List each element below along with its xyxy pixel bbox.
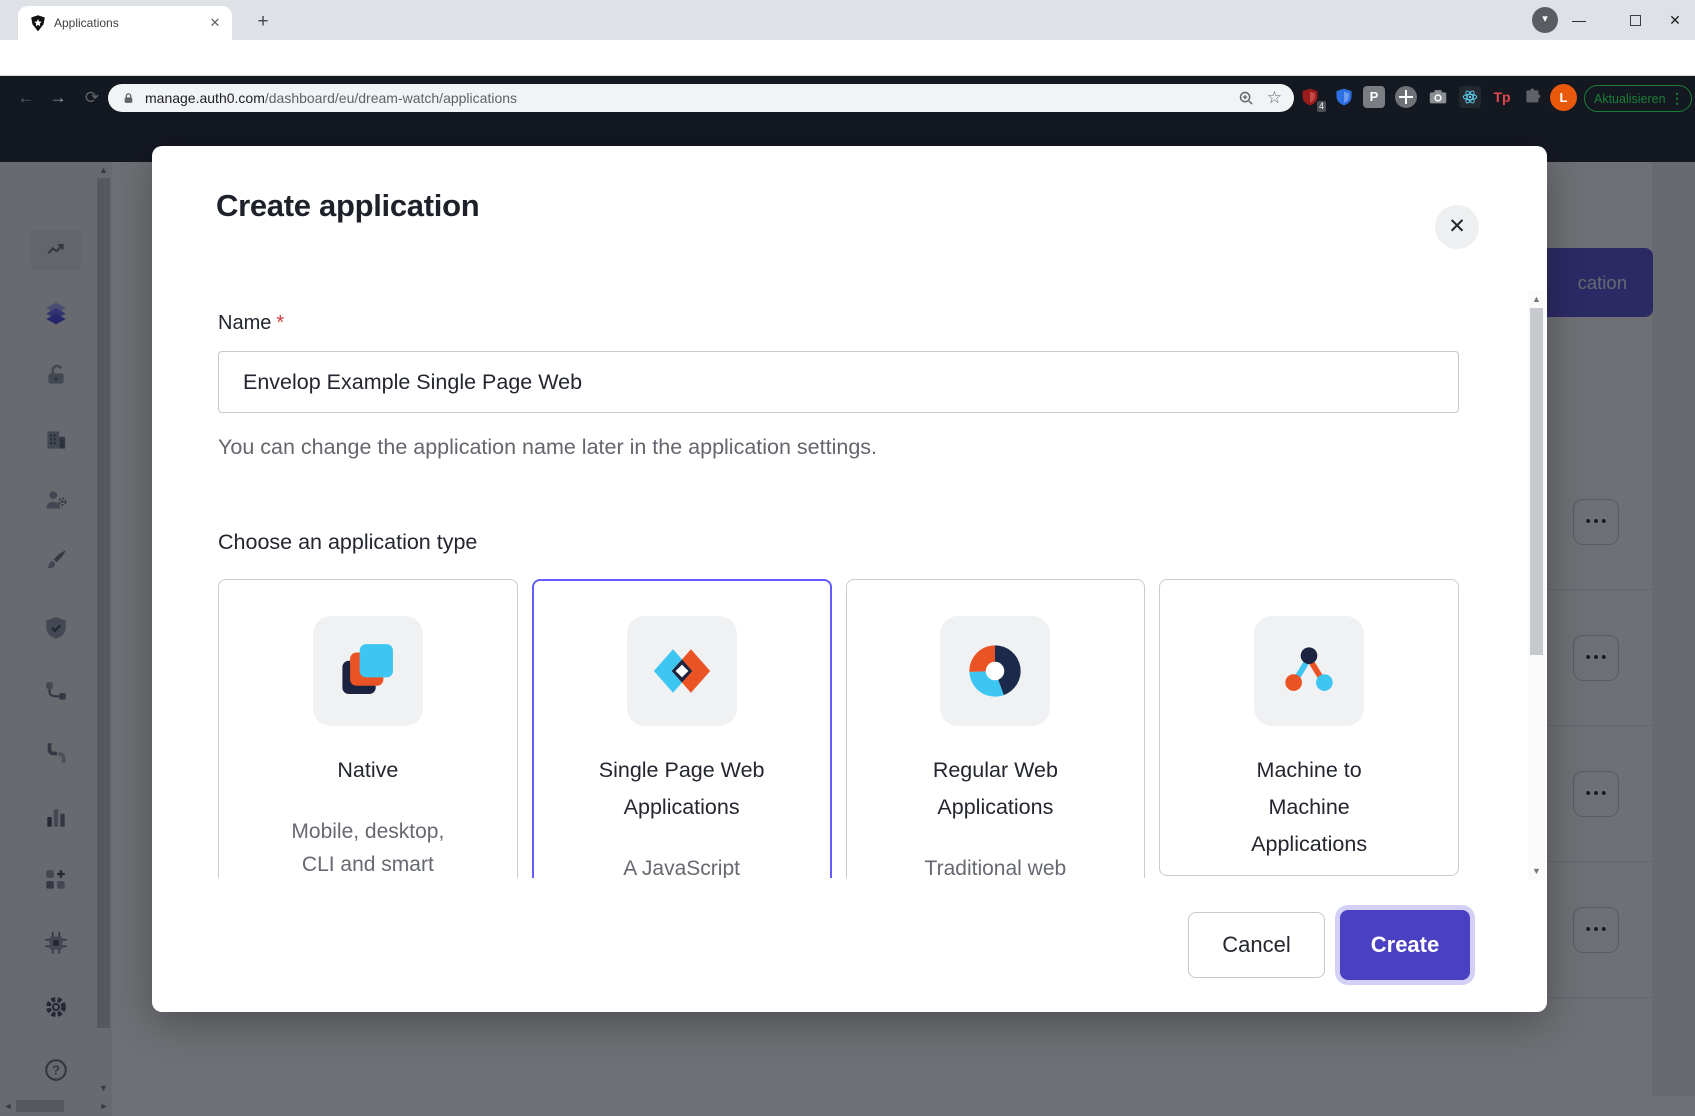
card-title: Machine to Machine Applications <box>1223 752 1395 863</box>
camera-extension-icon[interactable] <box>1426 85 1450 109</box>
browser-tab[interactable]: Applications ✕ <box>18 6 232 40</box>
modal-scrollbar[interactable]: ▲ ▼ <box>1528 290 1545 880</box>
application-type-cards: Native Mobile, desktop, CLI and smart Si… <box>218 579 1459 878</box>
create-button[interactable]: Create <box>1340 910 1470 980</box>
window-minimize-button[interactable]: — <box>1562 0 1596 40</box>
card-regular-web[interactable]: Regular Web Applications Traditional web <box>846 579 1146 878</box>
window-close-button[interactable]: ✕ <box>1658 0 1692 40</box>
native-stack-icon <box>336 639 400 703</box>
move-tool-extension-icon[interactable] <box>1394 85 1418 109</box>
browser-titlebar: Applications ✕ + ▾ — ✕ <box>0 0 1695 40</box>
ublock-badge: 4 <box>1317 101 1326 112</box>
card-description: Traditional web <box>907 852 1083 878</box>
auth0-favicon <box>30 15 46 32</box>
scroll-up-icon: ▲ <box>1528 294 1545 304</box>
screen: dream-watch ▾ Discuss your needs Docs ca… <box>0 0 1695 1116</box>
card-native[interactable]: Native Mobile, desktop, CLI and smart <box>218 579 518 878</box>
choose-type-label: Choose an application type <box>218 530 1459 555</box>
browser-menu-icon[interactable]: ⋮ <box>1670 90 1691 107</box>
m2m-nodes-icon <box>1277 639 1341 703</box>
name-label: Name* <box>218 312 1459 335</box>
new-tab-button[interactable]: + <box>248 8 278 38</box>
card-description: Mobile, desktop, CLI and smart <box>280 815 456 878</box>
browser-profile-avatar[interactable]: L <box>1550 84 1577 111</box>
card-single-page-web[interactable]: Single Page Web Applications A JavaScrip… <box>532 579 832 878</box>
modal-title: Create application <box>216 188 479 224</box>
scroll-down-icon: ▼ <box>1528 866 1545 876</box>
modal-footer: Cancel Create <box>152 878 1547 1012</box>
tampermonkey-extension-icon[interactable]: Tp <box>1490 85 1514 109</box>
native-tile <box>313 616 423 726</box>
card-title: Regular Web Applications <box>909 752 1081 826</box>
scrollbar-thumb[interactable] <box>1530 308 1543 655</box>
browser-toolbar: ← → ⟳ manage.auth0.com/dashboard/eu/drea… <box>0 40 1695 76</box>
tab-title: Applications <box>54 16 206 30</box>
url-text: manage.auth0.com/dashboard/eu/dream-watc… <box>145 90 517 106</box>
extensions-puzzle-icon[interactable] <box>1521 85 1545 109</box>
regular-web-swirl-icon <box>963 639 1027 703</box>
reload-button[interactable]: ⟳ <box>78 84 106 112</box>
p-extension-icon[interactable]: P <box>1362 85 1386 109</box>
regular-web-tile <box>940 616 1050 726</box>
window-maximize-button[interactable] <box>1630 15 1641 26</box>
back-button[interactable]: ← <box>12 84 40 112</box>
card-title: Single Page Web Applications <box>596 752 768 826</box>
spa-diamonds-icon <box>650 639 714 703</box>
address-bar[interactable]: manage.auth0.com/dashboard/eu/dream-watc… <box>108 84 1294 112</box>
forward-button[interactable]: → <box>44 84 72 112</box>
download-indicator-icon[interactable]: ▾ <box>1532 7 1558 33</box>
required-mark: * <box>276 312 284 334</box>
modal-body: Name* You can change the application nam… <box>152 290 1527 878</box>
bitwarden-extension-icon[interactable] <box>1332 85 1356 109</box>
create-application-modal: Create application ✕ Name* You can chang… <box>152 146 1547 1012</box>
ublock-extension-icon[interactable]: 4 <box>1298 85 1322 109</box>
zoom-icon[interactable] <box>1238 90 1255 107</box>
spa-tile <box>627 616 737 726</box>
update-label: Aktualisieren <box>1585 92 1670 106</box>
browser-update-button[interactable]: Aktualisieren ⋮ <box>1584 85 1692 112</box>
close-icon[interactable]: ✕ <box>1435 205 1479 249</box>
card-machine-to-machine[interactable]: Machine to Machine Applications <box>1159 579 1459 876</box>
react-devtools-extension-icon[interactable] <box>1458 85 1482 109</box>
lock-icon <box>122 91 135 106</box>
m2m-tile <box>1254 616 1364 726</box>
bookmark-star-icon[interactable]: ☆ <box>1267 88 1282 108</box>
card-title: Native <box>282 752 454 789</box>
tab-close-icon[interactable]: ✕ <box>206 15 224 31</box>
name-help-text: You can change the application name late… <box>218 435 1459 460</box>
application-name-input[interactable] <box>218 351 1459 413</box>
card-description: A JavaScript <box>594 852 770 878</box>
cancel-button[interactable]: Cancel <box>1188 912 1325 978</box>
